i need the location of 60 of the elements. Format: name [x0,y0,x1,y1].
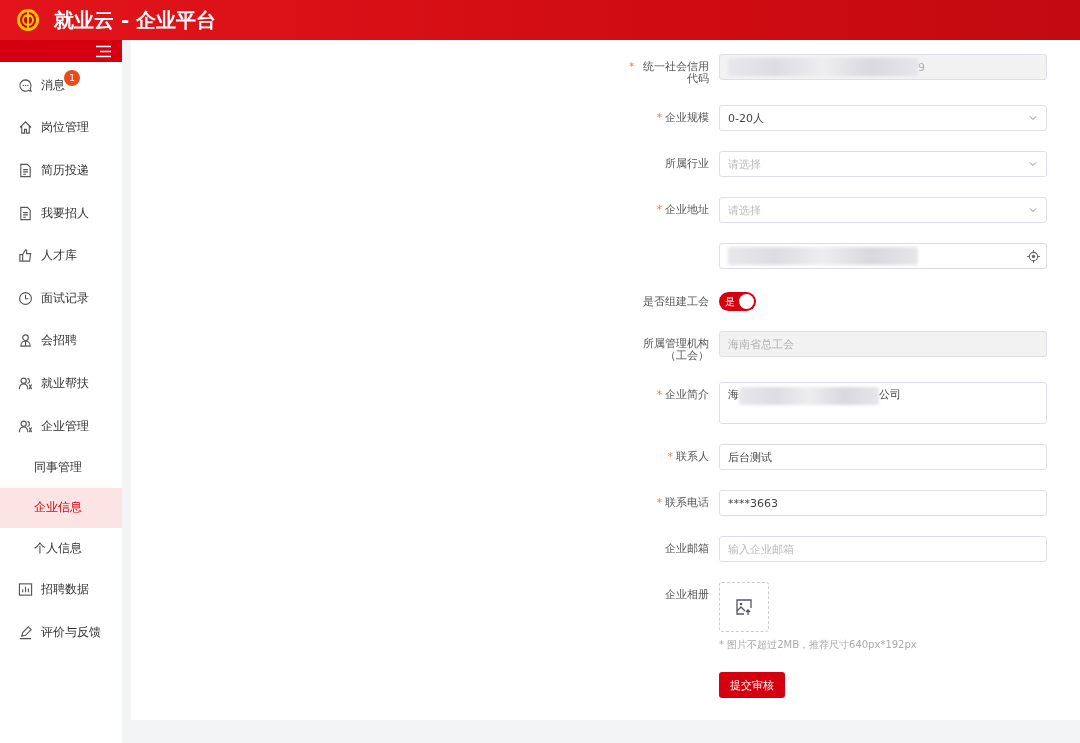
thumb-icon [18,248,33,264]
select-field[interactable]: 0-20人 [719,105,1047,131]
logo-icon [16,8,40,32]
home-icon [18,120,33,136]
field-label: 所属行业 [665,158,709,170]
required-mark: * [656,204,662,216]
people-icon [18,333,33,349]
menu-item[interactable]: 就业帮扶 [0,362,122,405]
chevron-down-icon [1028,159,1038,169]
field-label: 联系人 [676,451,709,463]
menu-item[interactable]: 岗位管理 [0,106,122,150]
users-icon [18,375,33,391]
menu-item[interactable]: 我要招人 [0,191,122,235]
field-label: 企业地址 [665,204,709,216]
menu-item[interactable]: 简历投递 [0,149,122,192]
menu-item[interactable]: 会招聘 [0,319,122,363]
field-label: 企业简介 [665,389,709,401]
text-area[interactable]: 海 公司 [719,382,1047,424]
input-field[interactable] [719,243,1047,269]
submenu-item[interactable]: 同事管理 [0,447,122,488]
menu-item[interactable]: 企业管理 [0,404,122,448]
submit-button[interactable]: 提交审核 [719,672,785,698]
locate-icon[interactable] [1027,249,1040,263]
upload-button[interactable] [719,582,769,632]
field-label: 是否组建工会 [643,296,709,308]
field-label: 所属管理机构（工会） [642,338,709,362]
chevron-down-icon [1028,205,1038,215]
toggle-switch[interactable]: 是 [719,292,756,311]
required-mark: * [656,389,662,401]
image-upload-icon [735,598,753,616]
app-title: 就业云 - 企业平台 [54,6,217,34]
field-label: 联系电话 [665,497,709,509]
submenu-item[interactable]: 个人信息 [0,527,122,569]
field-label: 统一社会信用代码 [642,61,709,85]
field-label: 企业规模 [665,112,709,124]
input-field[interactable]: 后台测试 [719,444,1047,470]
doc-icon [18,205,33,221]
required-mark: * [629,61,635,75]
required-mark: * [656,112,662,124]
input-field[interactable]: ****3663 [719,490,1047,516]
required-mark: * [667,451,673,463]
menu-item[interactable]: 招聘数据 [0,568,122,611]
menu-item[interactable]: 评价与反馈 [0,610,122,654]
users-icon [18,418,33,434]
pen-icon [18,624,33,640]
field-label: 企业邮箱 [665,543,709,555]
chevron-down-icon [1028,113,1038,123]
chart-icon [18,582,33,598]
menu-item[interactable]: 人才库 [0,234,122,277]
menu-item[interactable]: 消息 1 [0,64,122,107]
upload-hint: * 图片不超过2MB，推荐尺寸640px*192px [719,638,917,652]
required-mark: * [656,497,662,509]
clock-icon [18,290,33,306]
chat-icon [18,77,33,93]
doc-icon [18,163,33,178]
menu-item[interactable]: 面试记录 [0,276,122,320]
count-badge: 1 [64,70,80,86]
submenu-item[interactable]: 企业信息 [0,487,122,528]
field-label: 企业相册 [665,589,709,601]
menu-icon[interactable] [95,44,112,58]
